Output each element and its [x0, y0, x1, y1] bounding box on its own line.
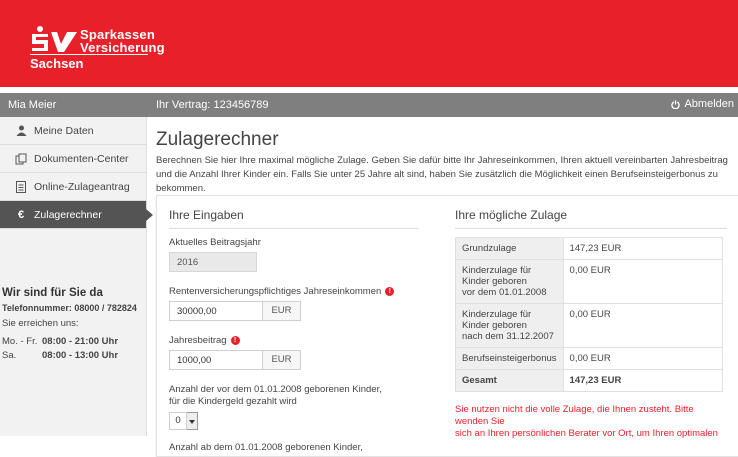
opening-days: Mo. - Fr.: [2, 336, 38, 347]
underuse-notice: Sie nutzen nicht die volle Zulage, die I…: [455, 404, 725, 440]
sparkasse-logo-icon: [32, 26, 77, 52]
results-table: Grundzulage 147,23 EUR Kinderzulage für K…: [455, 237, 724, 392]
children-before-value: 0: [169, 412, 187, 430]
brand-region: Sachsen: [30, 56, 84, 71]
table-row: Kinderzulage für Kinder geboren nach dem 3…: [455, 303, 724, 348]
power-icon: [671, 99, 681, 109]
user-icon: [14, 125, 28, 136]
sidebar-item-label: Meine Daten: [34, 124, 94, 137]
contribution-label-text: Jahresbeitrag: [169, 335, 227, 346]
user-bar: Mia Meier Ihr Vertrag: 123456789 Abmelde…: [0, 93, 738, 117]
results-title: Ihre mögliche Zulage: [455, 208, 727, 229]
inputs-column: Ihre Eingaben Aktuelles Beitragsjahr 201…: [169, 208, 419, 457]
info-icon[interactable]: !: [385, 287, 395, 296]
children-before-label-line2: für die Kindergeld gezahlt wird: [169, 396, 297, 407]
form-icon: [14, 180, 28, 193]
opening-hours-row: Mo. - Fr. 08:00 - 21:00 Uhr: [0, 336, 146, 347]
children-before-label-line1: Anzahl der vor dem 01.01.2008 geborenen …: [169, 384, 382, 395]
contribution-label: Jahresbeitrag!: [169, 335, 419, 346]
sidebar: Meine Daten Dokumenten-Center Online-Zul…: [0, 117, 153, 436]
sidebar-item-meine-daten[interactable]: Meine Daten: [0, 117, 146, 145]
result-value: 0,00 EUR: [562, 259, 724, 304]
result-label: Kinderzulage für Kinder geboren nach dem 3…: [455, 303, 564, 348]
result-value: 147,23 EUR: [562, 237, 724, 260]
inputs-title: Ihre Eingaben: [169, 208, 419, 229]
contact-title: Wir sind für Sie da: [2, 287, 103, 299]
info-icon[interactable]: !: [230, 336, 240, 345]
brand-logo[interactable]: Sparkassen Versicherung Sachsen: [22, 26, 165, 71]
page-title: Zulagerechner: [156, 129, 279, 150]
result-label: Grundzulage: [455, 237, 564, 260]
year-label: Aktuelles Beitragsjahr: [169, 237, 261, 248]
sidebar-item-label: Online-Zulageantrag: [34, 180, 130, 193]
sidebar-item-dokumenten-center[interactable]: Dokumenten-Center: [0, 145, 146, 173]
sidebar-item-label: Dokumenten-Center: [34, 152, 129, 165]
documents-icon: [14, 153, 28, 165]
results-column: Ihre mögliche Zulage Grundzulage 147,23 …: [455, 208, 727, 440]
chevron-down-icon[interactable]: [187, 412, 198, 430]
result-label: Berufseinsteigerbonus: [455, 347, 564, 370]
income-input[interactable]: 30000,00: [169, 301, 263, 321]
notice-line2: sich an Ihren persönlichen Berater vor O…: [455, 428, 718, 439]
result-value: 0,00 EUR: [562, 303, 724, 348]
income-label: Rentenversicherungspflichtiges Jahresein…: [169, 286, 419, 297]
result-value: 0,00 EUR: [562, 347, 724, 370]
opening-days: Sa.: [2, 350, 17, 361]
opening-hours-row: Sa. 08:00 - 13:00 Uhr: [0, 350, 146, 361]
contribution-input-group: 1000,00 EUR: [169, 350, 419, 370]
opening-time: 08:00 - 21:00 Uhr: [42, 336, 119, 347]
euro-icon: €: [17, 208, 25, 221]
intro-text: Berechnen Sie hier Ihre maximal mögliche…: [156, 155, 728, 194]
contact-reach-text: Sie erreichen uns:: [2, 318, 79, 329]
header-bar: Sparkassen Versicherung Sachsen: [0, 0, 738, 87]
contact-box: Wir sind für Sie da Telefonnummer: 08000…: [0, 287, 146, 361]
logout-label: Abmelden: [684, 98, 734, 110]
total-value: 147,23 EUR: [562, 369, 724, 392]
brand-name-line2: Versicherung: [80, 40, 165, 55]
children-after-label: Anzahl ab dem 01.01.2008 geborenen Kinde…: [169, 442, 363, 453]
sidebar-item-online-zulageantrag[interactable]: Online-Zulageantrag: [0, 173, 146, 201]
calculator-card: Ihre Eingaben Aktuelles Beitragsjahr 201…: [156, 195, 738, 457]
contract-number: Ihr Vertrag: 123456789: [156, 99, 269, 111]
table-row: Grundzulage 147,23 EUR: [455, 237, 724, 260]
user-name: Mia Meier: [8, 99, 57, 111]
table-row: Kinderzulage für Kinder geboren vor dem 01…: [455, 259, 724, 304]
logout-button[interactable]: Abmelden: [671, 98, 734, 110]
contribution-unit: EUR: [263, 350, 301, 370]
notice-line1: Sie nutzen nicht die volle Zulage, die I…: [455, 404, 694, 427]
contribution-input[interactable]: 1000,00: [169, 350, 263, 370]
income-input-group: 30000,00 EUR: [169, 301, 419, 321]
total-label: Gesamt: [455, 369, 564, 392]
opening-time: 08:00 - 13:00 Uhr: [42, 350, 119, 361]
income-label-text: Rentenversicherungspflichtiges Jahresein…: [169, 286, 382, 297]
table-row-total: Gesamt 147,23 EUR: [455, 369, 724, 392]
brand-divider: [30, 54, 148, 55]
sidebar-item-zulagerechner[interactable]: € Zulagerechner: [0, 201, 153, 229]
table-row: Berufseinsteigerbonus 0,00 EUR: [455, 347, 724, 370]
result-label: Kinderzulage für Kinder geboren vor dem 01…: [455, 259, 564, 304]
year-field: 2016: [169, 252, 257, 272]
children-before-label: Anzahl der vor dem 01.01.2008 geborenen …: [169, 384, 419, 408]
income-unit: EUR: [263, 301, 301, 321]
children-before-select[interactable]: 0: [169, 412, 419, 430]
sidebar-item-label: Zulagerechner: [34, 208, 102, 221]
contact-phone[interactable]: Telefonnummer: 08000 / 782824: [0, 303, 146, 313]
